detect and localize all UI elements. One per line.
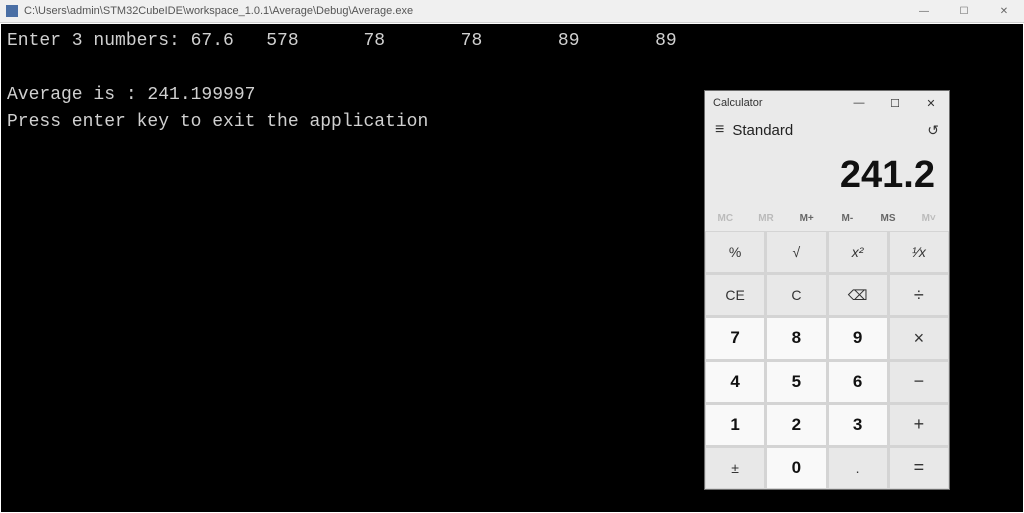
calc-key-ce[interactable]: CE [705,274,765,316]
calc-key-8[interactable]: 8 [766,317,826,359]
calculator-title: Calculator [713,97,763,109]
calculator-display: 241.2 [705,145,949,205]
calc-key-equals[interactable]: = [889,447,949,489]
calc-close-button[interactable]: ✕ [913,92,949,115]
calc-key-c[interactable]: C [766,274,826,316]
calculator-memory-row: MCMRM+M-MSM˅ [705,205,949,231]
calc-key-decimal[interactable]: . [828,447,888,489]
app-icon [6,5,18,17]
calculator-keypad: %√x²¹∕x CEC⌫÷ 789× 456− 123+ ±0.= [705,231,949,489]
calc-mem-m[interactable]: M- [827,205,868,231]
calc-key-negate[interactable]: ± [705,447,765,489]
calc-minimize-button[interactable]: — [841,92,877,115]
calc-key-sqrt[interactable]: √ [766,231,826,273]
calc-mem-m: M˅ [908,205,949,231]
calc-key-backspace[interactable]: ⌫ [828,274,888,316]
calc-key-7[interactable]: 7 [705,317,765,359]
calculator-mode: Standard [732,122,927,139]
calc-key-minus[interactable]: − [889,361,949,403]
calculator-titlebar[interactable]: Calculator — ☐ ✕ [705,91,949,115]
history-icon[interactable]: ↺ [927,122,939,139]
console-titlebar[interactable]: C:\Users\admin\STM32CubeIDE\workspace_1.… [0,0,1024,23]
maximize-button[interactable]: ☐ [944,0,984,22]
calc-key-multiply[interactable]: × [889,317,949,359]
calc-key-2[interactable]: 2 [766,404,826,446]
calc-mem-m[interactable]: M+ [786,205,827,231]
calc-key-divide[interactable]: ÷ [889,274,949,316]
calc-maximize-button[interactable]: ☐ [877,92,913,115]
calc-mem-ms[interactable]: MS [868,205,909,231]
calc-key-9[interactable]: 9 [828,317,888,359]
calc-mem-mr: MR [746,205,787,231]
close-button[interactable]: ✕ [984,0,1024,22]
calc-mem-mc: MC [705,205,746,231]
calc-key-square[interactable]: x² [828,231,888,273]
calc-key-4[interactable]: 4 [705,361,765,403]
calc-key-0[interactable]: 0 [766,447,826,489]
calc-key-1[interactable]: 1 [705,404,765,446]
hamburger-icon[interactable]: ≡ [715,121,724,139]
calculator-window-controls: — ☐ ✕ [841,92,949,115]
calc-key-plus[interactable]: + [889,404,949,446]
console-window-controls: — ☐ ✕ [904,0,1024,22]
calc-key-percent[interactable]: % [705,231,765,273]
console-title: C:\Users\admin\STM32CubeIDE\workspace_1.… [24,5,413,17]
calculator-modebar: ≡ Standard ↺ [705,115,949,145]
calculator-window: Calculator — ☐ ✕ ≡ Standard ↺ 241.2 MCMR… [704,90,950,490]
minimize-button[interactable]: — [904,0,944,22]
calc-key-3[interactable]: 3 [828,404,888,446]
calc-key-5[interactable]: 5 [766,361,826,403]
calc-key-6[interactable]: 6 [828,361,888,403]
calc-key-reciprocal[interactable]: ¹∕x [889,231,949,273]
